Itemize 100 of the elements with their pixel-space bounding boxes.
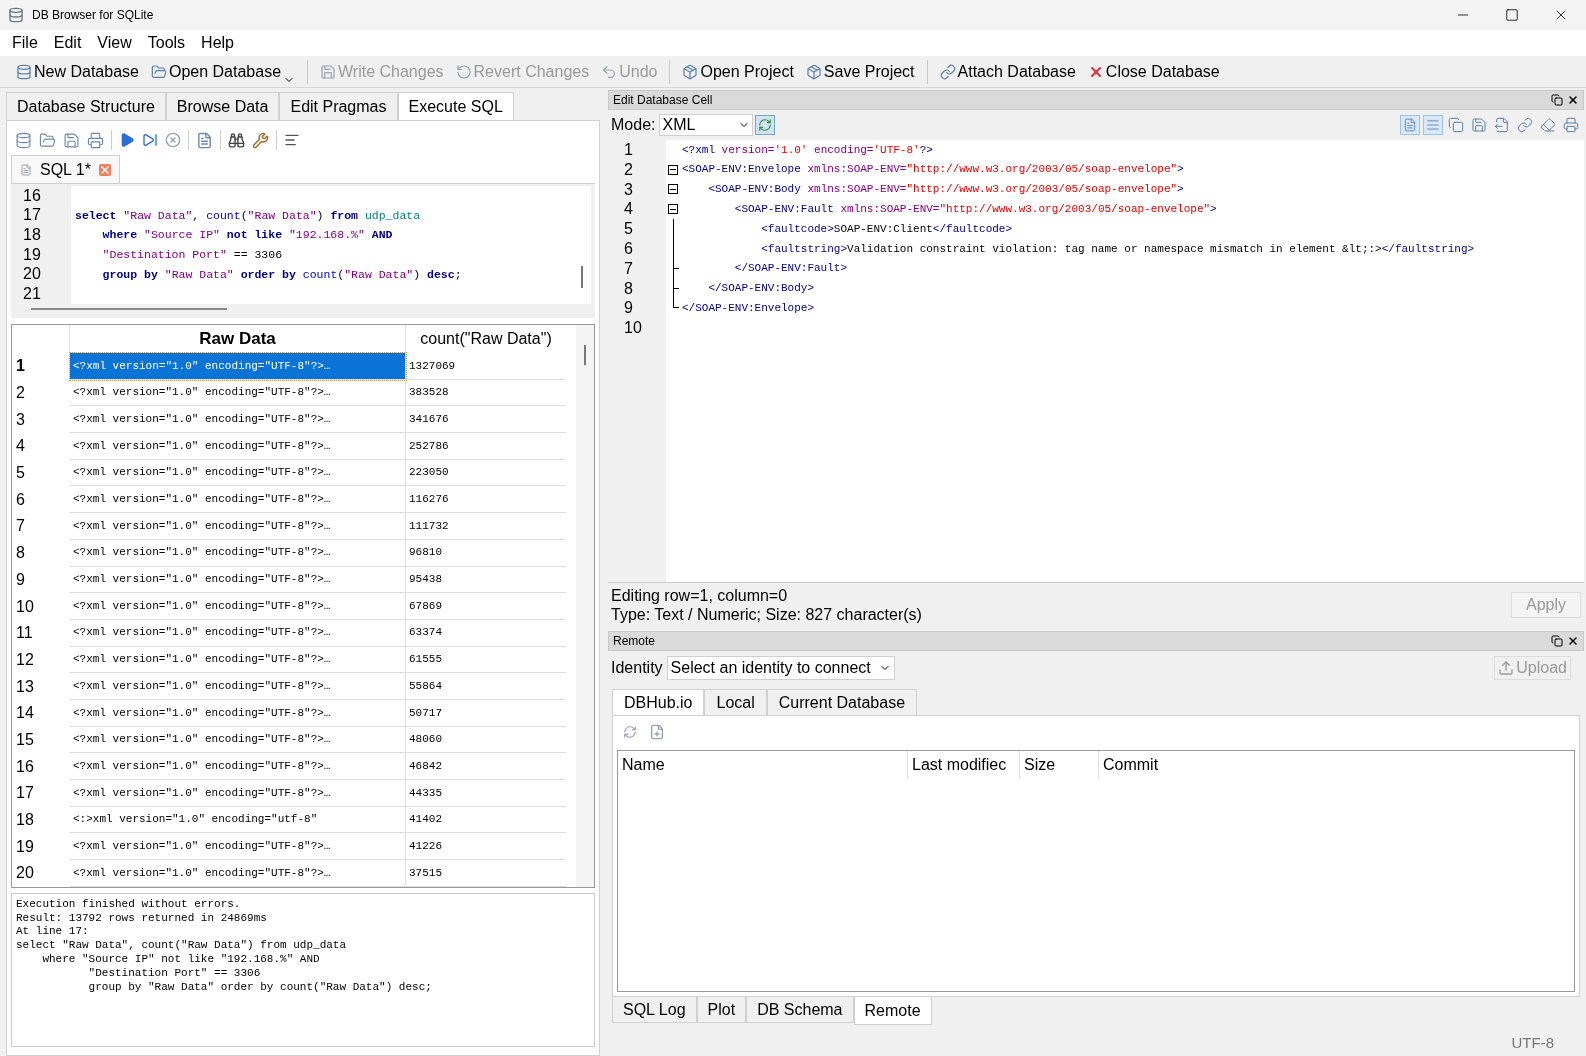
document-icon[interactable] [649,724,665,740]
row-header[interactable]: 11 [12,619,70,647]
column-header[interactable]: Name [618,751,908,779]
table-cell[interactable]: 111732 [406,513,566,540]
table-cell[interactable]: 383528 [406,379,566,407]
tab[interactable]: Current Database [766,689,918,715]
tab[interactable]: Database Structure [6,92,166,120]
play-icon[interactable] [119,132,135,148]
row-header[interactable]: 15 [12,726,70,754]
table-cell[interactable]: <?xml version="1.0" encoding="UTF-8"?>… [70,486,406,514]
row-header[interactable]: 3 [12,406,70,434]
fold-marker[interactable] [668,164,678,175]
row-header[interactable]: 14 [12,699,70,727]
row-header[interactable]: 8 [12,539,70,567]
table-cell[interactable]: 96810 [406,539,566,567]
skip-icon[interactable] [142,132,158,148]
scrollbar-thumb[interactable] [584,345,586,365]
table-cell[interactable]: <:>xml version="1.0" encoding="utf-8" [70,806,406,834]
row-header[interactable]: 13 [12,673,70,700]
table-cell[interactable]: <?xml version="1.0" encoding="UTF-8"?>… [70,513,406,540]
editor-tab[interactable]: SQL 1* [11,155,120,183]
folder-icon[interactable] [39,131,56,149]
close-icon[interactable] [1567,635,1579,647]
table-cell[interactable]: <?xml version="1.0" encoding="UTF-8"?>… [70,753,406,780]
table-cell[interactable]: <?xml version="1.0" encoding="UTF-8"?>… [70,379,406,407]
refresh-icon[interactable] [755,115,776,135]
save-icon[interactable] [63,131,80,149]
row-header[interactable]: 2 [12,379,70,407]
table-cell[interactable]: 48060 [406,726,566,754]
tab[interactable]: Edit Pragmas [279,92,398,120]
toolbar-button[interactable]: New Database [12,57,143,86]
tab[interactable]: DB Schema [746,997,854,1023]
table-cell[interactable]: 67869 [406,593,566,620]
tab[interactable]: Browse Data [165,92,280,120]
toolbar-button[interactable]: Open Project [678,57,798,86]
printer-icon[interactable] [1561,115,1581,135]
table-cell[interactable]: <?xml version="1.0" encoding="UTF-8"?>… [70,833,406,861]
tab[interactable]: Plot [696,997,747,1023]
table-cell[interactable]: <?xml version="1.0" encoding="UTF-8"?>… [70,699,406,727]
table-cell[interactable]: 41226 [406,833,566,861]
document-icon[interactable] [196,131,213,149]
column-header[interactable]: count("Raw Data") [406,325,566,353]
table-cell[interactable]: 46842 [406,753,566,780]
table-cell[interactable]: 341676 [406,406,566,434]
document-icon[interactable] [1400,115,1420,135]
table-cell[interactable]: 37515 [406,860,566,887]
float-icon[interactable] [1551,94,1563,106]
row-header[interactable]: 19 [12,833,70,861]
column-header[interactable]: Last modifiec [908,751,1020,779]
table-cell[interactable]: <?xml version="1.0" encoding="UTF-8"?>… [70,860,406,887]
tab[interactable]: SQL Log [612,997,697,1023]
refresh-icon[interactable] [623,725,637,739]
table-cell[interactable]: <?xml version="1.0" encoding="UTF-8"?>… [70,539,406,567]
binoculars-icon[interactable] [228,131,245,149]
stop-icon[interactable] [165,132,181,148]
table-cell[interactable]: <?xml version="1.0" encoding="UTF-8"?>… [70,566,406,594]
scrollbar-thumb[interactable] [581,266,583,288]
close-icon[interactable] [1567,94,1579,106]
table-cell[interactable]: 95438 [406,566,566,594]
menu-item[interactable]: Help [193,31,242,55]
table-cell[interactable]: <?xml version="1.0" encoding="UTF-8"?>… [70,646,406,674]
float-icon[interactable] [1551,635,1563,647]
table-cell[interactable]: 1327069 [406,353,566,380]
row-header[interactable]: 16 [12,753,70,780]
toolbar-button[interactable]: Save Project [801,57,919,86]
row-header[interactable]: 18 [12,806,70,834]
column-header[interactable]: Commit [1099,751,1574,779]
table-cell[interactable]: <?xml version="1.0" encoding="UTF-8"?>… [70,433,406,460]
table-cell[interactable]: <?xml version="1.0" encoding="UTF-8"?>… [70,459,406,487]
menu-item[interactable]: File [4,31,46,55]
table-cell[interactable]: 55864 [406,673,566,700]
mode-dropdown[interactable]: XML [659,114,754,136]
database-icon[interactable] [15,131,32,149]
table-cell[interactable]: <?xml version="1.0" encoding="UTF-8"?>… [70,726,406,754]
row-header[interactable]: 5 [12,459,70,487]
row-header[interactable]: 7 [12,513,70,540]
table-cell[interactable]: 61555 [406,646,566,674]
scrollbar-thumb[interactable] [31,308,227,310]
row-header[interactable]: 6 [12,486,70,514]
row-header[interactable]: 10 [12,593,70,620]
table-cell[interactable]: <?xml version="1.0" encoding="UTF-8"?>… [70,593,406,620]
toolbar-button[interactable]: Attach Database [935,57,1080,86]
row-header[interactable]: 4 [12,433,70,460]
table-cell[interactable]: <?xml version="1.0" encoding="UTF-8"?>… [70,353,406,380]
table-cell[interactable]: <?xml version="1.0" encoding="UTF-8"?>… [70,619,406,647]
tab[interactable]: Remote [853,997,932,1025]
eraser-icon[interactable] [1538,115,1558,135]
printer-icon[interactable] [87,131,104,149]
tab[interactable]: Local [704,689,767,715]
table-cell[interactable]: <?xml version="1.0" encoding="UTF-8"?>… [70,406,406,434]
table-cell[interactable]: 41402 [406,806,566,834]
table-cell[interactable]: <?xml version="1.0" encoding="UTF-8"?>… [70,673,406,700]
menu-item[interactable]: Edit [45,31,90,55]
row-header[interactable]: 12 [12,646,70,674]
link-icon[interactable] [1515,115,1535,135]
table-cell[interactable]: <?xml version="1.0" encoding="UTF-8"?>… [70,780,406,807]
copy-icon[interactable] [1446,115,1466,135]
toolbar-button[interactable]: Open Database [146,57,300,86]
table-cell[interactable]: 252786 [406,433,566,460]
row-header[interactable]: 20 [12,860,70,887]
